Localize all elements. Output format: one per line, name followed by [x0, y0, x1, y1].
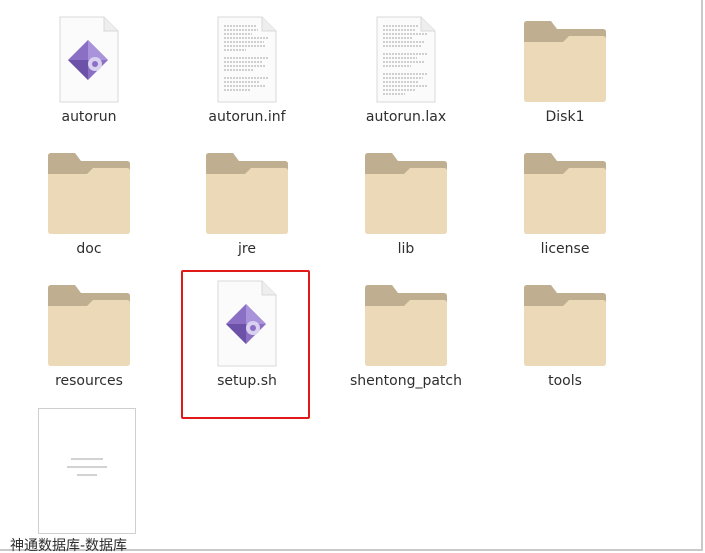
file-name: autorun — [61, 109, 117, 125]
file-item-jre[interactable]: jre — [172, 146, 322, 274]
file-name: Disk1 — [545, 109, 585, 125]
file-item-shentong-patch[interactable]: shentong_patch — [331, 278, 481, 406]
folder-icon — [48, 153, 130, 234]
script-icon — [217, 280, 277, 367]
file-item-autorun-inf[interactable]: autorun.inf — [172, 14, 322, 142]
file-item-license[interactable]: license — [490, 146, 640, 274]
file-item-disk1[interactable]: Disk1 — [490, 14, 640, 142]
file-name: doc — [76, 241, 102, 257]
file-item-doc[interactable]: doc — [14, 146, 164, 274]
script-icon — [59, 16, 119, 103]
file-item-resources[interactable]: resources — [14, 278, 164, 406]
file-name: setup.sh — [217, 373, 277, 389]
file-item-setup-sh[interactable]: setup.sh — [172, 278, 322, 406]
folder-icon — [524, 21, 606, 102]
document-preview-icon[interactable] — [38, 408, 136, 534]
file-name: lib — [397, 241, 415, 257]
text-file-icon — [376, 16, 436, 103]
file-name: jre — [238, 241, 256, 257]
file-name: license — [540, 241, 590, 257]
folder-icon — [206, 153, 288, 234]
file-item-autorun-lax[interactable]: autorun.lax — [331, 14, 481, 142]
text-file-icon — [217, 16, 277, 103]
file-item-autorun[interactable]: autorun — [14, 14, 164, 142]
file-name: autorun.lax — [365, 109, 447, 125]
folder-icon — [365, 153, 447, 234]
folder-icon — [365, 285, 447, 366]
file-name[interactable]: 神通数据库-数据库 — [10, 536, 170, 553]
file-name: resources — [55, 373, 123, 389]
folder-icon — [524, 285, 606, 366]
file-name: tools — [548, 373, 582, 389]
file-item-lib[interactable]: lib — [331, 146, 481, 274]
file-name: autorun.inf — [208, 109, 286, 125]
folder-icon — [48, 285, 130, 366]
folder-icon — [524, 153, 606, 234]
file-item-tools[interactable]: tools — [490, 278, 640, 406]
file-name: shentong_patch — [350, 373, 462, 389]
document-preview-thumbnail — [67, 458, 107, 476]
